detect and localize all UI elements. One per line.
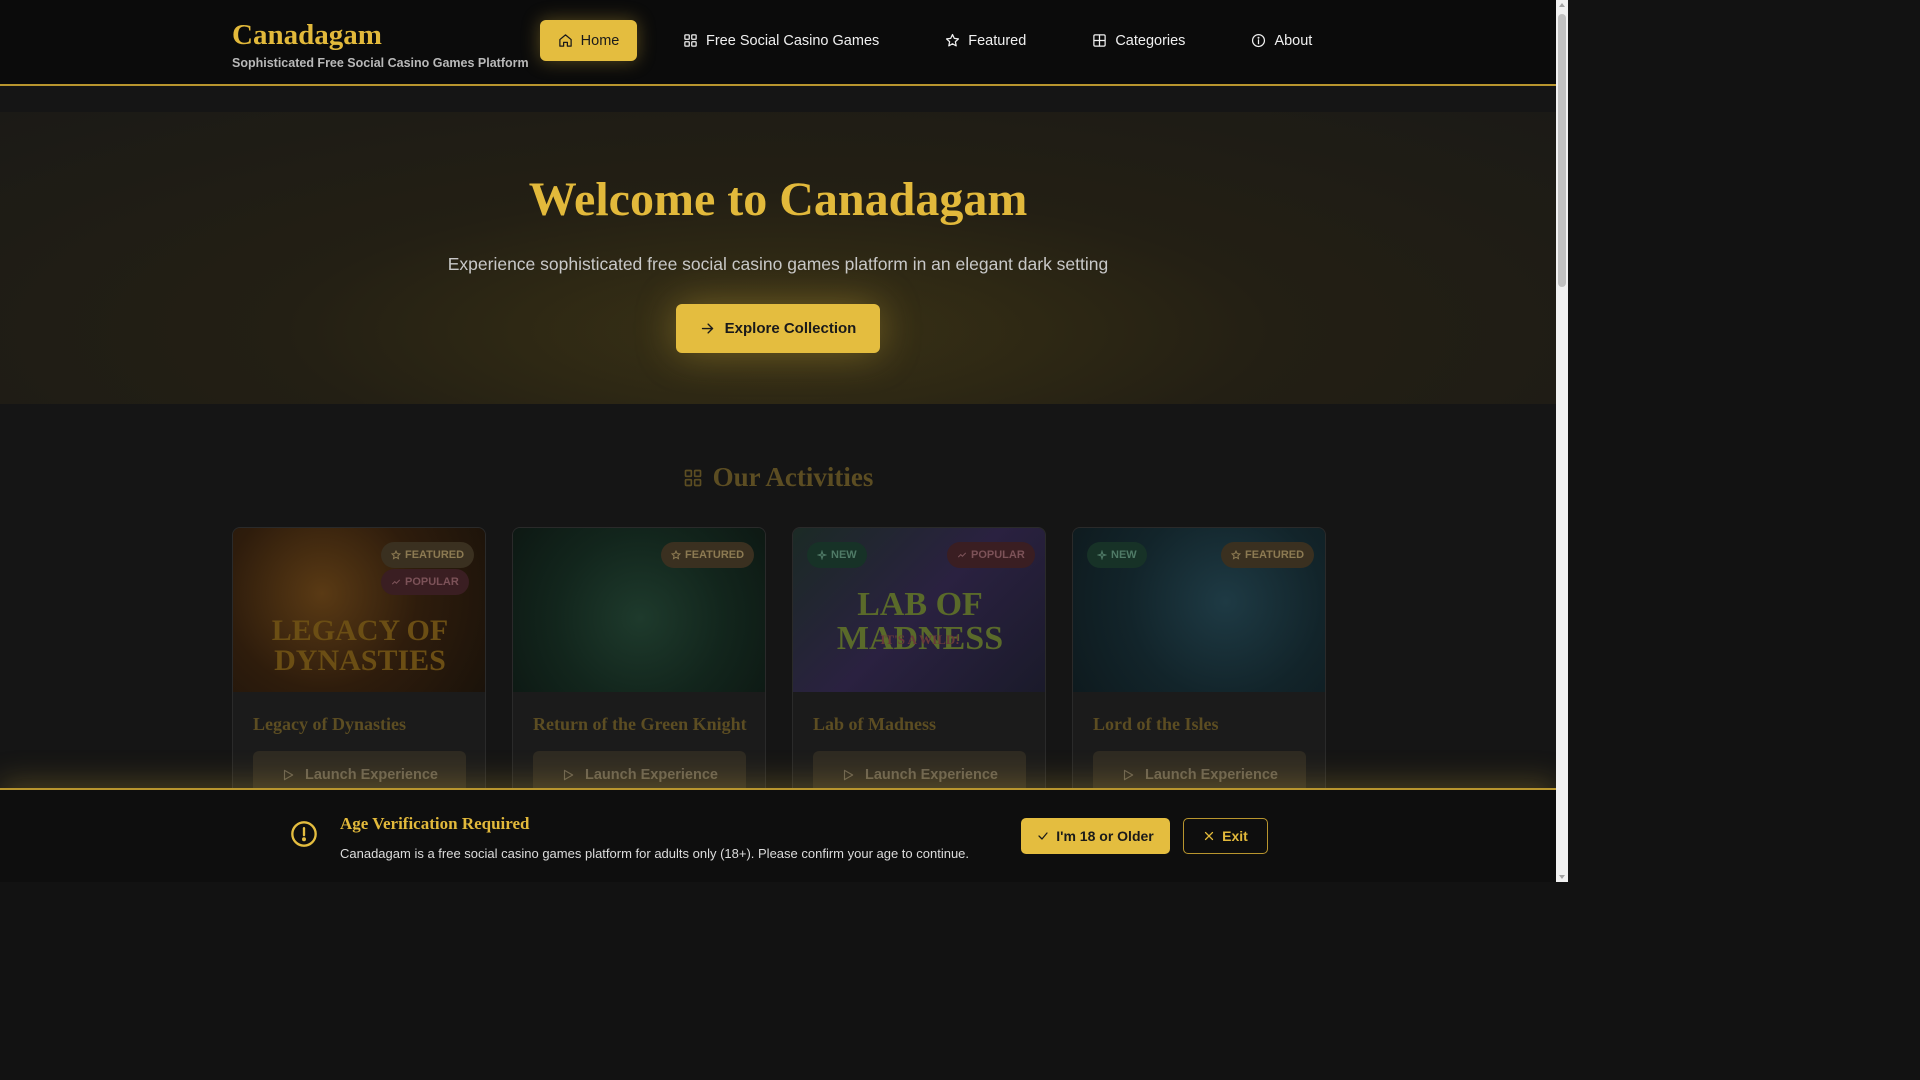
- nav-free-social-casino-games[interactable]: Free Social Casino Games: [663, 20, 899, 61]
- play-icon: [843, 769, 854, 781]
- hero-subtitle: Experience sophisticated free social cas…: [447, 254, 1109, 274]
- exit-button[interactable]: Exit: [1183, 818, 1268, 854]
- launch-label: Launch Experience: [865, 767, 998, 783]
- play-icon: [563, 769, 574, 781]
- scroll-down-arrow[interactable]: [1559, 875, 1565, 879]
- star-icon: [1231, 550, 1241, 560]
- info-icon: [1252, 33, 1266, 48]
- nav-about-label: About: [1274, 32, 1313, 49]
- explore-collection-label: Explore Collection: [724, 320, 857, 337]
- badge-label: POPULAR: [405, 576, 459, 588]
- launch-label: Launch Experience: [305, 767, 438, 783]
- nav-featured-label: Featured: [968, 32, 1027, 49]
- layout-grid-icon: [1093, 34, 1107, 47]
- page: Canadagam Sophisticated Free Social Casi…: [0, 0, 1556, 882]
- sparkle-icon: [1097, 550, 1107, 560]
- game-title: Lab of Madness: [813, 714, 937, 734]
- badge-label: NEW: [1111, 549, 1137, 561]
- game-logo-subtext: IT'S A WILD!: [880, 632, 960, 647]
- activity-card[interactable]: NEW FEATURED Lord of the Isles Launch Ex…: [1072, 527, 1326, 827]
- nav-home-label: Home: [580, 32, 620, 49]
- grid-icon: [684, 469, 701, 486]
- check-icon: [1038, 832, 1048, 840]
- game-logo-text: LEGACY OF DYNASTIES: [271, 614, 449, 677]
- trending-up-icon: [957, 552, 967, 558]
- activity-card[interactable]: LAB OF MADNESS IT'S A WILD! NEW POPULAR …: [792, 527, 1046, 827]
- nav-about[interactable]: About: [1231, 20, 1332, 61]
- activity-cards: LEGACY OF DYNASTIES FEATURED POPULAR Leg…: [232, 527, 1326, 827]
- new-badge: NEW: [1087, 542, 1147, 568]
- brand-title[interactable]: Canadagam: [232, 18, 529, 52]
- badge-label: POPULAR: [971, 549, 1025, 561]
- popular-badge: POPULAR: [381, 569, 469, 595]
- star-icon: [946, 33, 960, 47]
- star-icon: [671, 550, 681, 560]
- site-header: Canadagam Sophisticated Free Social Casi…: [0, 0, 1556, 86]
- exit-label: Exit: [1222, 828, 1248, 844]
- page-scrollbar[interactable]: [1556, 0, 1568, 882]
- nav-categories[interactable]: Categories: [1072, 20, 1205, 61]
- game-title: Lord of the Isles: [1093, 714, 1219, 734]
- hero-title: Welcome to Canadagam: [528, 173, 1028, 226]
- nav-home[interactable]: Home: [540, 20, 637, 61]
- nav-categories-label: Categories: [1115, 32, 1186, 49]
- badge-label: NEW: [831, 549, 857, 561]
- badge-label: FEATURED: [685, 549, 745, 561]
- scroll-up-arrow[interactable]: [1559, 3, 1565, 7]
- launch-label: Launch Experience: [585, 767, 718, 783]
- new-badge: NEW: [807, 542, 867, 568]
- brand[interactable]: Canadagam Sophisticated Free Social Casi…: [232, 18, 529, 70]
- nav-free-label: Free Social Casino Games: [706, 32, 880, 49]
- play-icon: [1123, 769, 1134, 781]
- launch-label: Launch Experience: [1145, 767, 1278, 783]
- activity-card[interactable]: LEGACY OF DYNASTIES FEATURED POPULAR Leg…: [232, 527, 486, 827]
- sparkle-icon: [817, 550, 827, 560]
- featured-badge: FEATURED: [1221, 542, 1315, 568]
- nav-featured[interactable]: Featured: [925, 20, 1046, 61]
- featured-badge: FEATURED: [661, 542, 755, 568]
- confirm-age-button[interactable]: I'm 18 or Older: [1021, 818, 1170, 854]
- confirm-age-label: I'm 18 or Older: [1056, 828, 1154, 844]
- age-verification-message: Canadagam is a free social casino games …: [340, 846, 970, 861]
- scroll-thumb[interactable]: [1558, 14, 1566, 287]
- activities-title: Our Activities: [712, 462, 874, 492]
- game-title: Legacy of Dynasties: [253, 714, 406, 734]
- trending-up-icon: [391, 579, 401, 585]
- activities-heading: Our Activities: [0, 462, 1556, 493]
- popular-badge: POPULAR: [947, 542, 1035, 568]
- age-verification-title: Age Verification Required: [340, 814, 530, 833]
- close-icon: [1205, 831, 1214, 841]
- home-icon: [558, 34, 572, 47]
- activity-card[interactable]: FEATURED Return of the Green Knight Laun…: [512, 527, 766, 827]
- alert-circle-icon: [291, 821, 317, 847]
- brand-subtitle: Sophisticated Free Social Casino Games P…: [232, 56, 529, 70]
- hero-section: Welcome to Canadagam Experience sophisti…: [0, 112, 1556, 404]
- arrow-right-icon: [701, 323, 713, 334]
- age-verification-banner: Age Verification Required Canadagam is a…: [0, 788, 1556, 882]
- explore-collection-button[interactable]: Explore Collection: [676, 304, 880, 353]
- badge-label: FEATURED: [405, 549, 465, 561]
- badge-label: FEATURED: [1245, 549, 1305, 561]
- grid-icon: [684, 34, 697, 47]
- star-icon: [391, 550, 401, 560]
- play-icon: [283, 769, 294, 781]
- game-title: Return of the Green Knight: [533, 714, 747, 734]
- main-nav: Home Free Social Casino Games Featured C…: [540, 20, 1332, 61]
- featured-badge: FEATURED: [381, 542, 475, 568]
